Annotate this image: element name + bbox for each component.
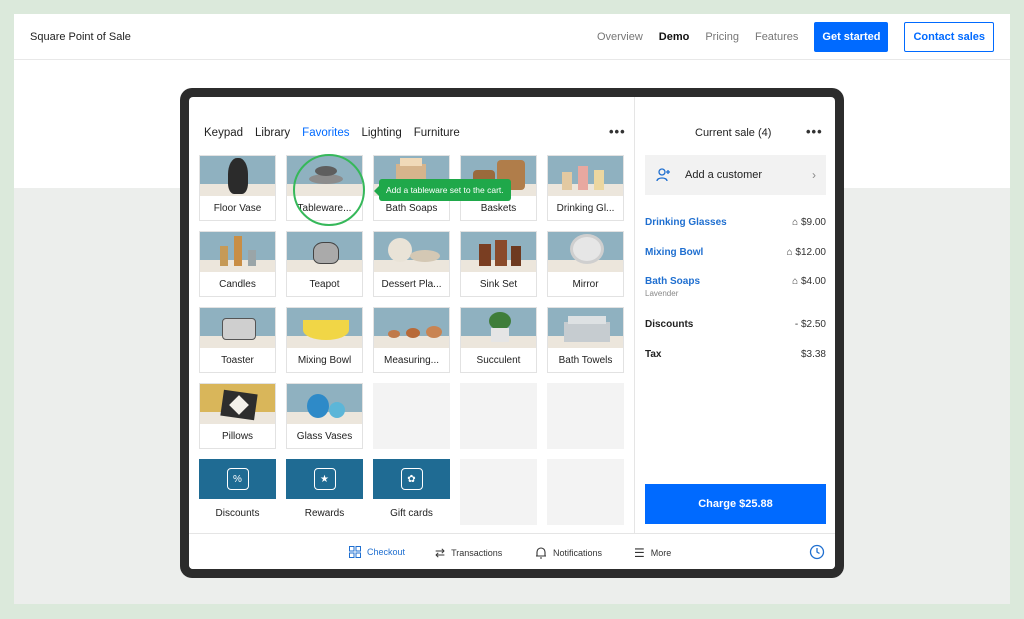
nav-pricing[interactable]: Pricing <box>705 31 739 43</box>
cart-line-item[interactable]: Bath Soaps Lavender ⌂ $4.00 <box>645 276 826 298</box>
tile-candles[interactable]: Candles <box>199 231 276 297</box>
tab-favorites[interactable]: Favorites <box>302 127 349 139</box>
price-tag-icon: ⌂ <box>792 217 801 228</box>
transfer-arrows-icon: ⇄ <box>435 546 446 560</box>
tile-floor-vase[interactable]: Floor Vase <box>199 155 276 221</box>
empty-slot <box>547 459 624 525</box>
gift-card-icon: ✿ <box>400 468 423 490</box>
item-variant: Lavender <box>645 289 679 298</box>
tile-bath-towels[interactable]: Bath Towels <box>547 307 624 373</box>
nav-more[interactable]: ☰ More <box>634 546 671 560</box>
tile-rewards[interactable]: ★ Rewards <box>286 459 363 525</box>
add-person-icon <box>656 168 670 182</box>
tile-mixing-bowl[interactable]: Mixing Bowl <box>286 307 363 373</box>
grid-icon <box>349 546 361 558</box>
price-tag-icon: ⌂ <box>792 276 801 287</box>
cart-more-icon[interactable]: ••• <box>806 124 823 139</box>
reward-star-icon: ★ <box>313 468 336 490</box>
tile-glass-vases[interactable]: Glass Vases <box>286 383 363 449</box>
tile-discounts[interactable]: % Discounts <box>199 459 276 525</box>
tile-pillows[interactable]: Pillows <box>199 383 276 449</box>
empty-slot <box>547 383 624 449</box>
highlight-ring <box>293 154 365 226</box>
clock-icon[interactable] <box>809 544 825 560</box>
nav-demo[interactable]: Demo <box>659 31 690 43</box>
tax-row: Tax $3.38 <box>645 349 826 360</box>
tile-succulent[interactable]: Succulent <box>460 307 537 373</box>
empty-slot <box>460 459 537 525</box>
nav-transactions[interactable]: ⇄ Transactions <box>435 546 502 560</box>
get-started-button[interactable]: Get started <box>814 21 889 52</box>
tile-dessert-plates[interactable]: Dessert Pla... <box>373 231 450 297</box>
tablet-frame: Keypad Library Favorites Lighting Furnit… <box>180 88 844 578</box>
menu-icon: ☰ <box>634 546 645 560</box>
tile-gift-cards[interactable]: ✿ Gift cards <box>373 459 450 525</box>
nav-features[interactable]: Features <box>755 31 798 43</box>
contact-sales-button[interactable]: Contact sales <box>904 21 994 52</box>
favorites-grid: Floor Vase Tableware... Bath Soaps Baske… <box>199 155 624 525</box>
empty-slot <box>460 383 537 449</box>
bottom-navigation: Checkout ⇄ Transactions Notifications ☰ … <box>189 533 835 569</box>
cart-line-item[interactable]: Drinking Glasses ⌂ $9.00 <box>645 217 826 228</box>
bell-icon <box>536 547 546 559</box>
charge-button[interactable]: Charge $25.88 <box>645 484 826 524</box>
library-more-icon[interactable]: ••• <box>609 124 626 139</box>
tile-measuring[interactable]: Measuring... <box>373 307 450 373</box>
item-library-pane: Keypad Library Favorites Lighting Furnit… <box>189 97 634 533</box>
tooltip: Add a tableware set to the cart. <box>374 179 511 201</box>
add-customer-button[interactable]: Add a customer › <box>645 155 826 195</box>
tab-keypad[interactable]: Keypad <box>204 127 243 139</box>
cart-line-item[interactable]: Mixing Bowl ⌂ $12.00 <box>645 247 826 258</box>
tile-drinking-glasses[interactable]: Drinking Gl... <box>547 155 624 221</box>
pos-screen: Keypad Library Favorites Lighting Furnit… <box>189 97 835 569</box>
category-tabs: Keypad Library Favorites Lighting Furnit… <box>204 127 460 139</box>
nav-checkout[interactable]: Checkout <box>349 546 405 558</box>
discount-tag-icon: % <box>226 468 249 490</box>
current-sale-pane: Current sale (4) ••• Add a customer › Dr… <box>634 97 835 533</box>
tile-teapot[interactable]: Teapot <box>286 231 363 297</box>
brand-title: Square Point of Sale <box>30 30 131 43</box>
nav-overview[interactable]: Overview <box>597 31 643 43</box>
chevron-right-icon: › <box>812 168 816 182</box>
tile-toaster[interactable]: Toaster <box>199 307 276 373</box>
tab-lighting[interactable]: Lighting <box>361 127 401 139</box>
empty-slot <box>373 383 450 449</box>
top-navbar: Square Point of Sale Overview Demo Prici… <box>14 14 1010 60</box>
current-sale-title: Current sale (4) <box>695 127 772 139</box>
nav-notifications[interactable]: Notifications <box>535 546 602 559</box>
tile-sink-set[interactable]: Sink Set <box>460 231 537 297</box>
tile-mirror[interactable]: Mirror <box>547 231 624 297</box>
discounts-row: Discounts - $2.50 <box>645 319 826 330</box>
tab-furniture[interactable]: Furniture <box>414 127 460 139</box>
tab-library[interactable]: Library <box>255 127 290 139</box>
